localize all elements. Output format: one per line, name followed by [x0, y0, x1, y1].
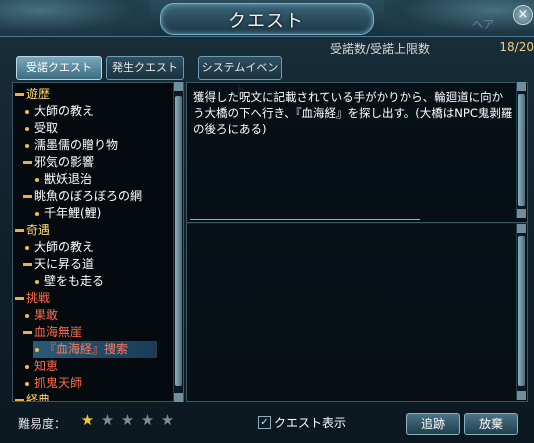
- quest-item[interactable]: 受取: [25, 120, 58, 137]
- collapse-icon: [15, 399, 24, 401]
- quest-list: 遊歴 大師の教え 受取 濡墨儒の贈り物 邪気の影響 獣妖退治 眺魚のぼろぼろの網…: [12, 82, 184, 402]
- scroll-up-icon[interactable]: [174, 82, 183, 91]
- bullet-icon: [35, 279, 39, 284]
- scroll-up-icon[interactable]: [517, 82, 526, 91]
- tab-accepted-quests[interactable]: 受諾クエスト: [16, 56, 102, 80]
- star-icon: ★: [120, 411, 135, 429]
- quest-item[interactable]: 大師の教え: [25, 239, 94, 256]
- quest-item-selected[interactable]: 『血海経』捜索: [33, 341, 157, 358]
- description-scrollbar[interactable]: [516, 82, 526, 218]
- quest-category[interactable]: 経典: [15, 392, 50, 401]
- bullet-icon: [25, 381, 29, 386]
- collapse-icon: [15, 93, 24, 96]
- tab-available-quests[interactable]: 発生クエスト: [106, 56, 184, 80]
- quest-category[interactable]: 遊歴: [15, 86, 50, 103]
- bullet-icon: [25, 109, 29, 114]
- collapse-icon: [15, 297, 24, 300]
- star-icon: ★: [100, 411, 115, 429]
- close-icon: ×: [517, 7, 529, 22]
- show-quest-checkbox[interactable]: ✓: [258, 416, 271, 429]
- quest-window: クエスト ヘア × 受諾数/受諾上限数 18/20 受諾クエスト 発生クエスト …: [0, 0, 534, 443]
- scroll-down-icon[interactable]: [517, 209, 526, 218]
- bullet-icon: [25, 143, 29, 148]
- star-icon: ★: [140, 411, 155, 429]
- collapse-icon: [23, 331, 32, 334]
- quest-item[interactable]: 果敢: [25, 307, 58, 324]
- abandon-button[interactable]: 放棄: [464, 413, 518, 435]
- detail-scrollbar[interactable]: [516, 224, 526, 400]
- scrollbar-thumb[interactable]: [518, 236, 525, 386]
- scroll-down-icon[interactable]: [174, 393, 183, 402]
- show-quest-label[interactable]: クエスト表示: [274, 414, 346, 431]
- track-button[interactable]: 追跡: [406, 413, 460, 435]
- collapse-icon: [15, 229, 24, 232]
- scroll-down-icon[interactable]: [517, 391, 526, 400]
- collapse-icon: [23, 161, 32, 164]
- quest-item[interactable]: 濡墨儒の贈り物: [25, 137, 118, 154]
- quest-list-scrollbar[interactable]: [173, 82, 183, 402]
- bullet-icon: [35, 347, 39, 352]
- scrollbar-thumb[interactable]: [175, 96, 182, 386]
- tab-system-events[interactable]: システムイベント: [198, 56, 282, 96]
- bullet-icon: [25, 245, 29, 250]
- quest-group[interactable]: 眺魚のぼろぼろの網: [23, 188, 142, 205]
- section-divider: [190, 219, 420, 220]
- accepted-count-value: 18/20: [499, 40, 534, 54]
- quest-item[interactable]: 獣妖退治: [35, 171, 92, 188]
- bullet-icon: [25, 126, 29, 131]
- quest-group[interactable]: 天に昇る道: [23, 256, 94, 273]
- quest-group[interactable]: 血海無崖: [23, 324, 82, 341]
- accepted-count-label: 受諾数/受諾上限数: [330, 42, 431, 56]
- window-title: クエスト: [228, 11, 304, 32]
- collapse-icon: [23, 263, 32, 266]
- quest-item[interactable]: 知恵: [25, 358, 58, 375]
- star-icon: ★: [160, 411, 175, 429]
- bullet-icon: [35, 211, 39, 216]
- star-icon: ★: [80, 411, 95, 429]
- close-button[interactable]: ×: [513, 5, 533, 25]
- bullet-icon: [35, 177, 39, 182]
- collapse-icon: [23, 195, 32, 198]
- quest-group[interactable]: 邪気の影響: [23, 154, 94, 171]
- quest-item[interactable]: 大師の教え: [25, 103, 94, 120]
- quest-item[interactable]: 壁をも走る: [35, 273, 104, 290]
- quest-item[interactable]: 千年鯉(鯉): [35, 205, 101, 222]
- quest-item[interactable]: 抓鬼天師: [25, 375, 82, 392]
- quest-description-panel: 獲得した呪文に記載されている手がかりから、輪廻道に向かう大橋の下へ行き、『血海経…: [186, 82, 528, 224]
- quest-detail-panel: [186, 222, 528, 402]
- bullet-icon: [25, 313, 29, 318]
- difficulty-label: 難易度：: [18, 417, 67, 431]
- bullet-icon: [25, 364, 29, 369]
- quest-description: 獲得した呪文に記載されている手がかりから、輪廻道に向かう大橋の下へ行き、『血海経…: [193, 90, 513, 136]
- quest-category[interactable]: 奇遇: [15, 222, 50, 239]
- quest-category[interactable]: 挑戦: [15, 290, 50, 307]
- scrollbar-thumb[interactable]: [518, 94, 525, 206]
- scroll-up-icon[interactable]: [517, 224, 526, 233]
- check-icon: ✓: [260, 417, 269, 428]
